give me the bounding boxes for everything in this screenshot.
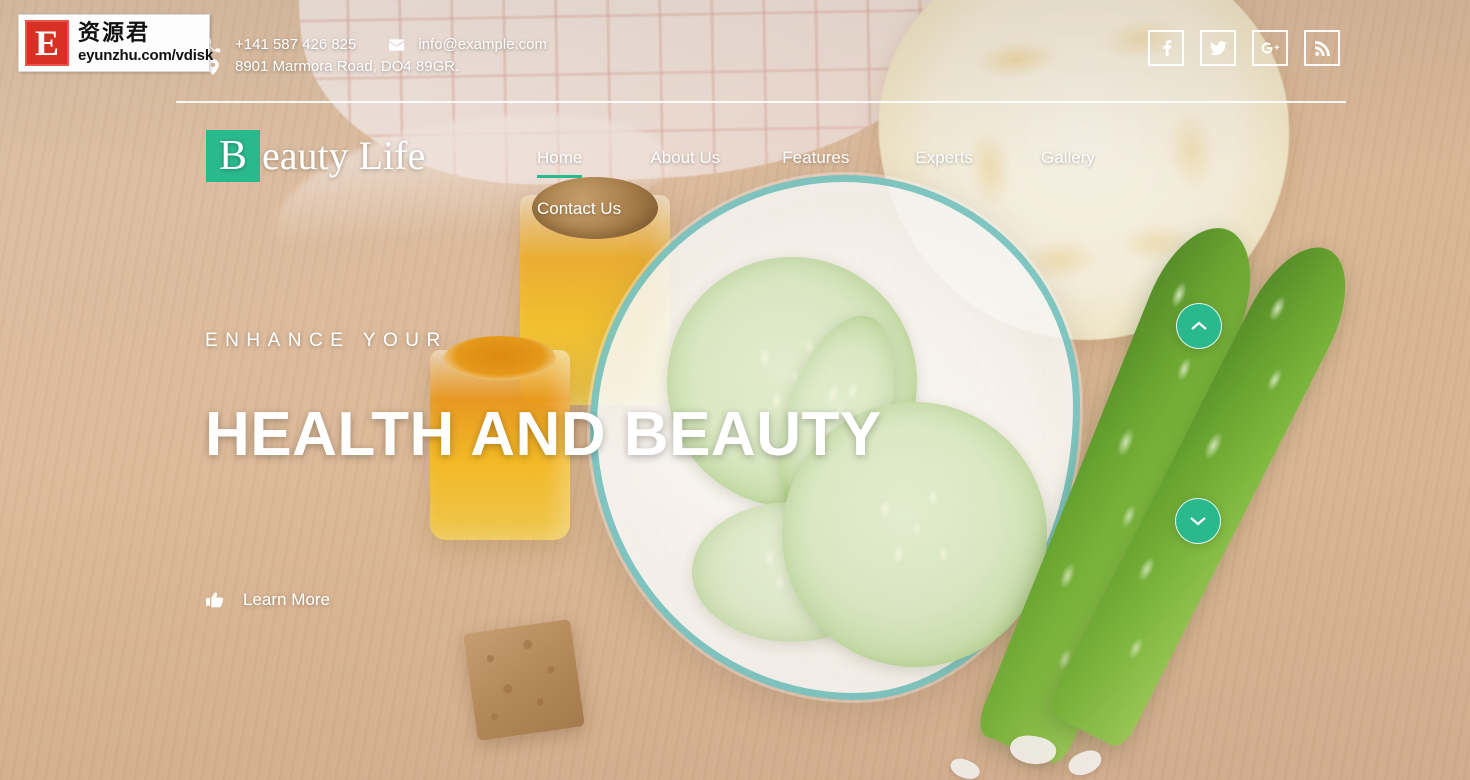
watermark-chinese-name: 资源君	[78, 21, 151, 46]
nav-item-contact-us[interactable]: Contact Us	[537, 196, 621, 222]
envelope-icon	[388, 37, 404, 53]
watermark-url: eyunzhu.com/vdisk	[78, 47, 213, 64]
learn-more-label: Learn More	[243, 590, 330, 609]
main-navigation: Home About Us Features Experts Gallery C…	[537, 145, 1197, 247]
site-logo[interactable]: B eauty Life	[206, 130, 425, 182]
nav-item-experts[interactable]: Experts	[915, 145, 973, 171]
top-bar: +141 587 426 825 info@example.com 8901 M…	[0, 0, 1470, 103]
logo-badge-letter: B	[206, 130, 260, 182]
page-content: +141 587 426 825 info@example.com 8901 M…	[0, 0, 1470, 780]
pointing-hand-icon	[205, 590, 225, 610]
watermark-letter: E	[25, 20, 69, 66]
page-root: +141 587 426 825 info@example.com 8901 M…	[0, 0, 1470, 780]
social-links	[1148, 30, 1340, 66]
logo-text: eauty Life	[262, 133, 426, 178]
google-plus-icon[interactable]	[1252, 30, 1288, 66]
contact-info: +141 587 426 825 info@example.com 8901 M…	[205, 34, 547, 78]
twitter-icon[interactable]	[1200, 30, 1236, 66]
nav-item-gallery[interactable]: Gallery	[1041, 145, 1095, 171]
chevron-down-icon	[1190, 517, 1206, 526]
phone-number[interactable]: +141 587 426 825	[235, 34, 356, 56]
rss-icon[interactable]	[1304, 30, 1340, 66]
hero-title: HEALTH AND BEAUTY	[205, 400, 882, 469]
email-address[interactable]: info@example.com	[418, 34, 547, 56]
nav-item-features[interactable]: Features	[782, 145, 849, 171]
chevron-up-icon	[1191, 321, 1207, 330]
learn-more-button[interactable]: Learn More	[205, 590, 330, 610]
nav-item-about-us[interactable]: About Us	[650, 145, 720, 171]
hero-section: ENHANCE YOUR HEALTH AND BEAUTY Learn Mor…	[205, 330, 882, 609]
hero-kicker: ENHANCE YOUR	[205, 330, 448, 351]
nav-item-home[interactable]: Home	[537, 145, 583, 178]
contact-row-primary: +141 587 426 825 info@example.com	[205, 34, 547, 56]
watermark-text: 资源君 eyunzhu.com/vdisk	[78, 21, 213, 64]
facebook-icon[interactable]	[1148, 30, 1184, 66]
slider-next-button[interactable]	[1175, 498, 1221, 544]
contact-row-address: 8901 Marmora Road, DO4 89GR.	[205, 56, 547, 78]
header-divider	[176, 101, 1346, 103]
watermark-logo: E 资源君 eyunzhu.com/vdisk	[18, 14, 213, 72]
slider-prev-button[interactable]	[1176, 303, 1222, 349]
street-address: 8901 Marmora Road, DO4 89GR.	[235, 58, 460, 75]
